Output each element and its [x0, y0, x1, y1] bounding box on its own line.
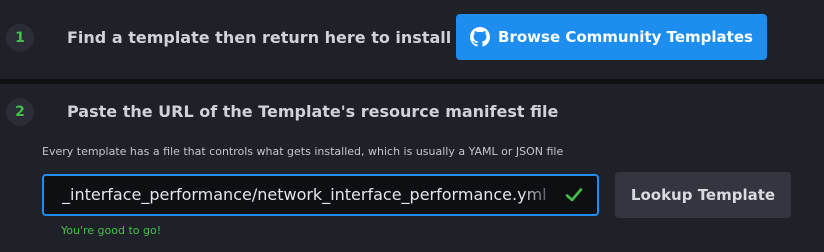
install-template-panel: 1 Find a template then return here to in… [0, 0, 824, 252]
step-number-badge: 1 [6, 24, 34, 52]
step-instruction: Paste the URL of the Template's resource… [67, 102, 559, 121]
step-number-badge: 2 [6, 98, 34, 126]
browse-community-templates-button[interactable]: Browse Community Templates [456, 14, 767, 60]
manifest-url-field[interactable] [42, 174, 599, 216]
step-instruction: Find a template then return here to inst… [67, 28, 470, 47]
step-one-section: 1 Find a template then return here to in… [0, 0, 824, 79]
lookup-template-button[interactable]: Lookup Template [615, 172, 791, 218]
validation-status-message: You're good to go! [61, 224, 162, 237]
check-icon [565, 188, 583, 202]
manifest-hint-text: Every template has a file that controls … [42, 145, 564, 158]
input-fade-overlay [521, 176, 561, 214]
manifest-url-input[interactable] [44, 176, 564, 214]
browse-button-label: Browse Community Templates [498, 28, 753, 46]
github-icon [470, 27, 491, 47]
